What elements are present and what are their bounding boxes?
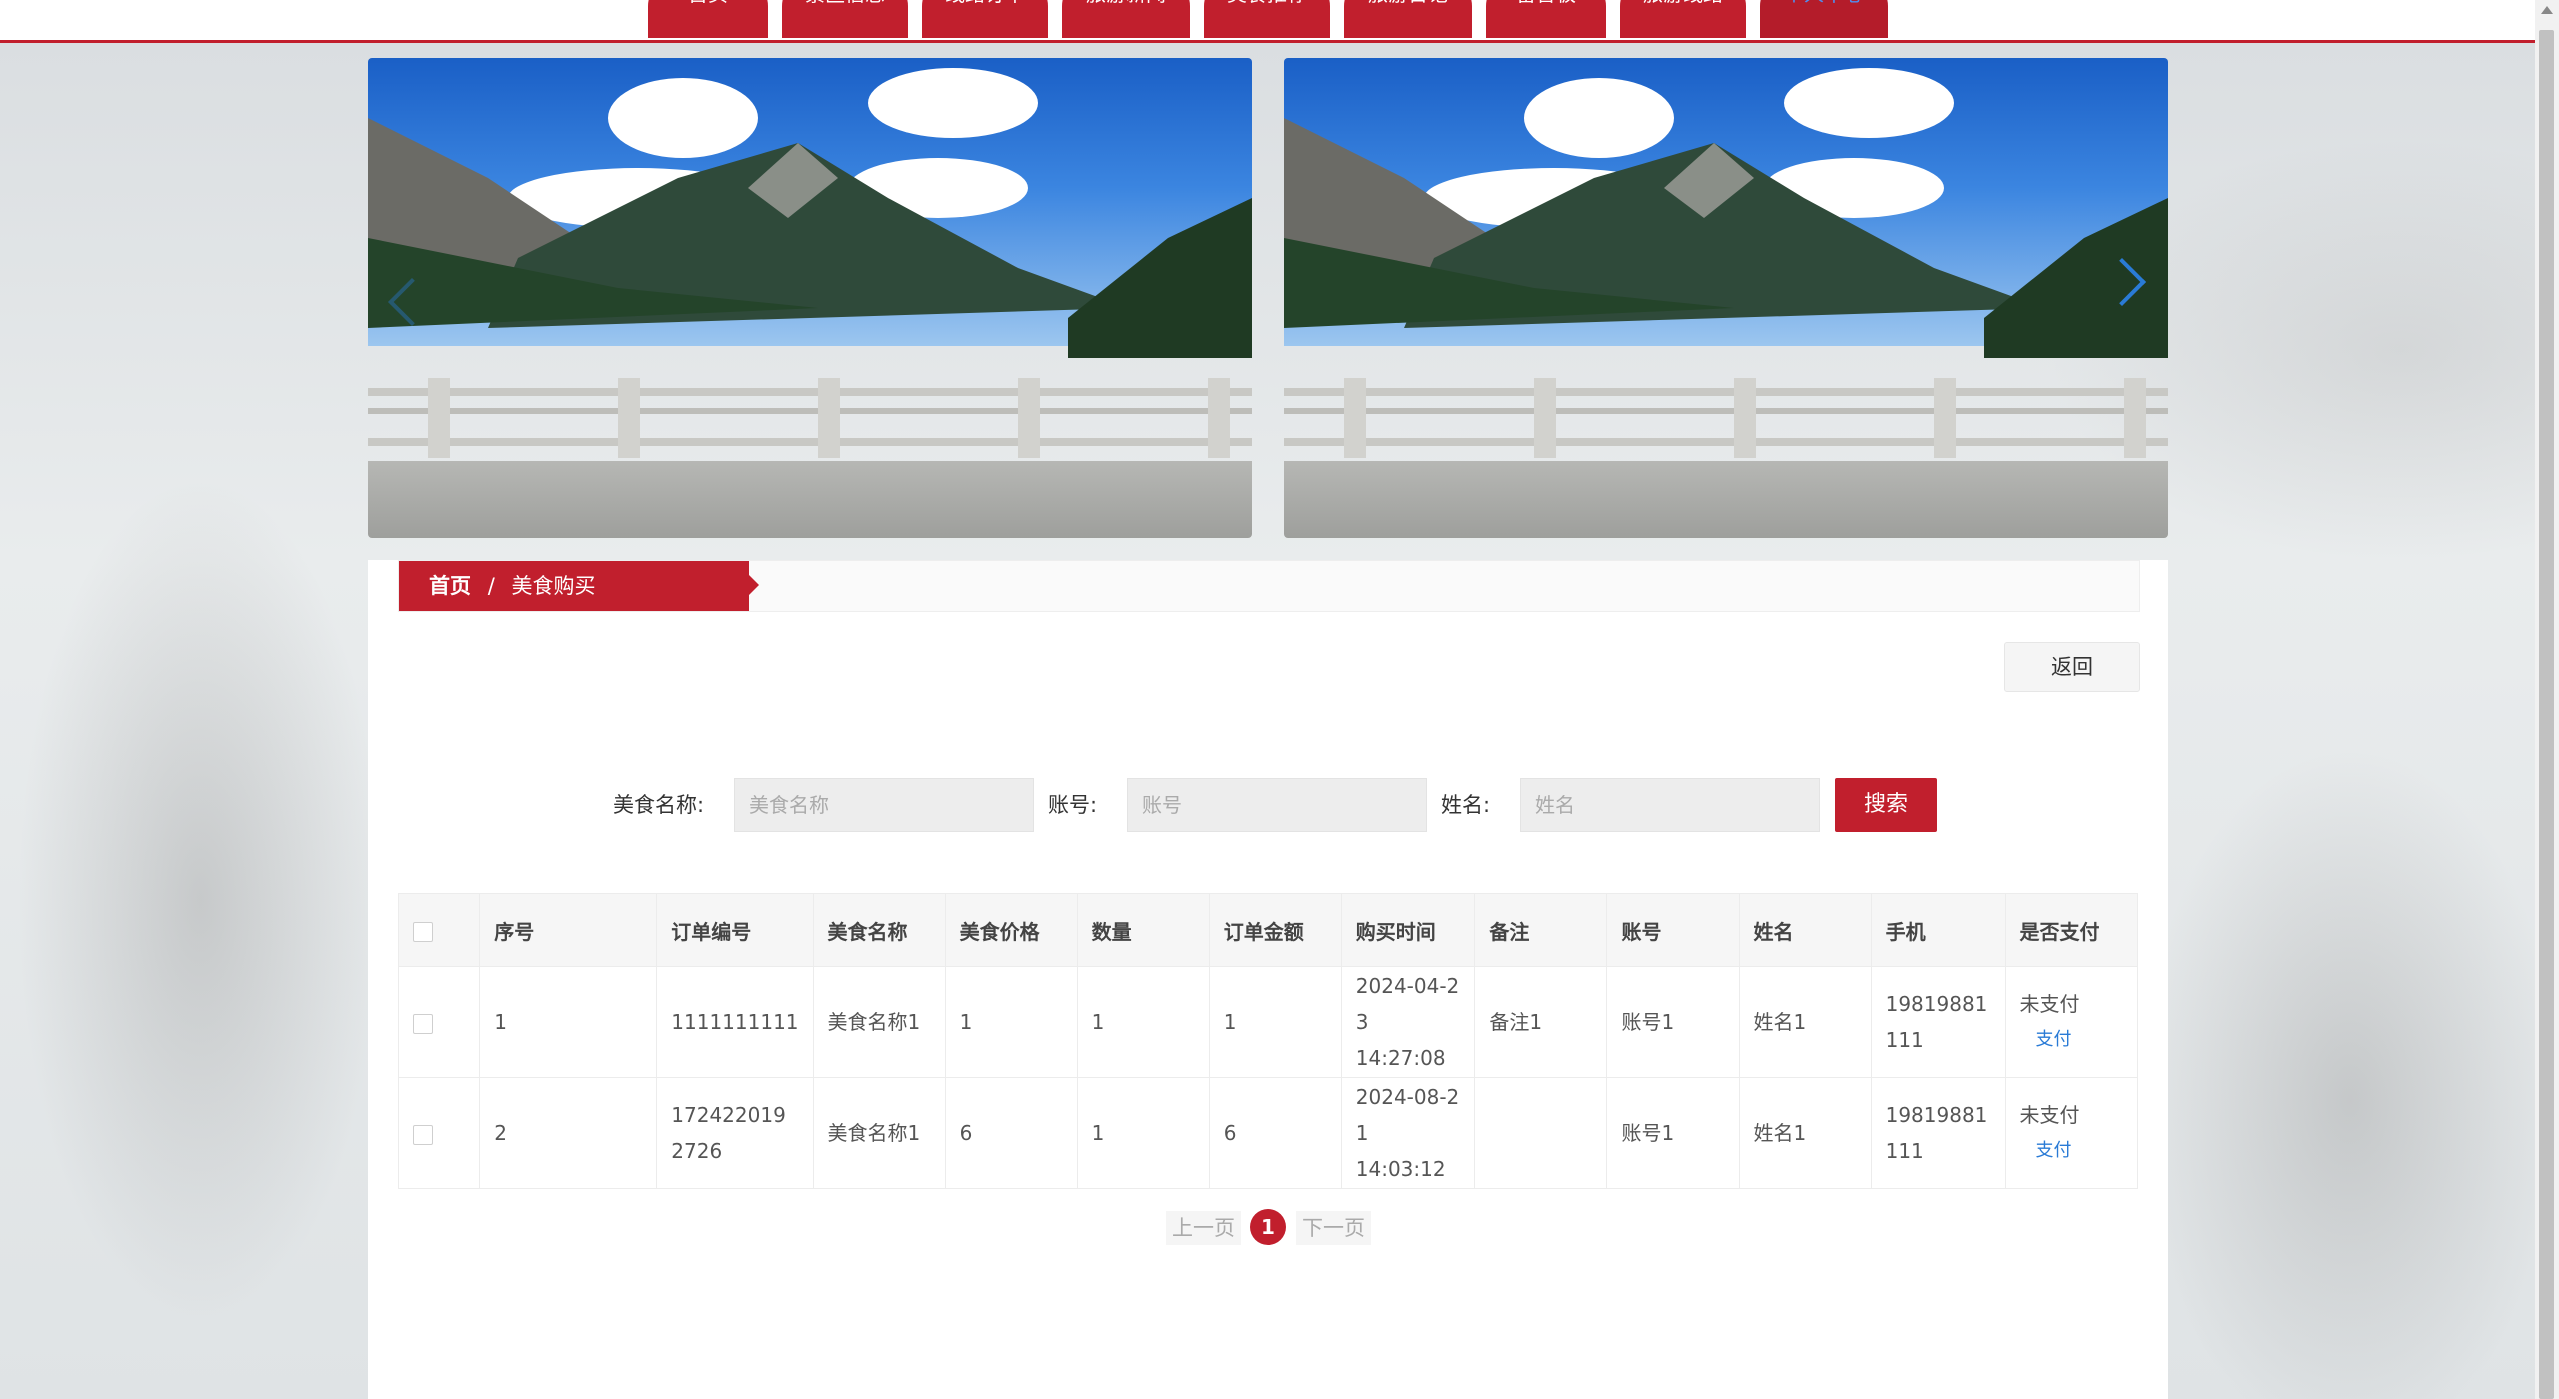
cell-account: 账号1 <box>1606 1077 1740 1189</box>
cell-price: 6 <box>944 1077 1078 1189</box>
cell-name: 姓名1 <box>1738 966 1872 1078</box>
breadcrumb-separator: / <box>487 574 495 598</box>
cell-phone: 19819881 111 <box>1870 966 2006 1078</box>
name-input[interactable]: 姓名 <box>1520 778 1820 832</box>
nav-route-orders[interactable]: 线路订单 <box>922 0 1048 38</box>
nav-food-recommend[interactable]: 美食推荐 <box>1204 0 1330 38</box>
nav-personal-center[interactable]: 个人中心 <box>1760 0 1888 38</box>
cell-remark: 备注1 <box>1474 966 1608 1078</box>
nav-message-board[interactable]: 留言板 <box>1486 0 1606 38</box>
time-line-2: 1 14:03:12 <box>1355 1121 1446 1181</box>
cell-food-name: 美食名称1 <box>812 966 946 1078</box>
nav-travel-diary[interactable]: 旅游日记 <box>1344 0 1472 38</box>
cell-quantity: 1 <box>1076 966 1210 1078</box>
cell-time: 2024-04-2 3 14:27:08 <box>1340 966 1476 1078</box>
nav-travel-news[interactable]: 旅游新闻 <box>1062 0 1190 38</box>
cell-index: 2 <box>479 1077 658 1189</box>
col-purchase-time: 购买时间 <box>1340 893 1476 967</box>
cell-food-name: 美食名称1 <box>812 1077 946 1189</box>
banner-slide-1[interactable] <box>368 58 1252 538</box>
col-food-price: 美食价格 <box>944 893 1078 967</box>
time-line-2: 3 14:27:08 <box>1355 1010 1446 1070</box>
col-remark: 备注 <box>1474 893 1608 967</box>
table-row: 2 172422019 2726 美食名称1 6 1 6 2024-08-2 1 1… <box>397 1077 2139 1189</box>
scroll-thumb[interactable] <box>2539 30 2554 1399</box>
search-form: 美食名称: 美食名称 账号: 账号 姓名: 姓名 搜索 <box>368 778 2168 832</box>
cell-amount: 6 <box>1208 1077 1342 1189</box>
cell-paid: 未支付 支付 <box>2004 1077 2139 1189</box>
main-panel: 首页 / 美食购买 返回 美食名称: 美食名称 账号: 账号 姓名: 姓名 搜索… <box>368 560 2168 1399</box>
vertical-scrollbar[interactable] <box>2535 0 2559 1399</box>
time-line-1: 2024-04-2 <box>1355 974 1460 998</box>
nav-home[interactable]: 首页 <box>648 0 768 38</box>
nav-travel-routes[interactable]: 旅游线路 <box>1620 0 1746 38</box>
breadcrumb-home[interactable]: 首页 <box>429 574 471 598</box>
pay-link[interactable]: 支付 <box>2020 1133 2123 1169</box>
scroll-up-icon[interactable] <box>2541 6 2553 14</box>
cell-name: 姓名1 <box>1738 1077 1872 1189</box>
select-all-cell[interactable] <box>397 893 481 967</box>
breadcrumb-current: 美食购买 <box>511 574 596 598</box>
back-button[interactable]: 返回 <box>2004 642 2140 692</box>
account-label: 账号: <box>1048 793 1098 817</box>
nav-scenic-info[interactable]: 景区信息 <box>782 0 908 38</box>
table-row: 1 1111111111 美食名称1 1 1 1 2024-04-2 3 14:2… <box>397 966 2139 1078</box>
pagination: 上一页 1 下一页 <box>368 1207 2168 1247</box>
paid-status: 未支付 <box>2019 992 2080 1016</box>
time-line-1: 2024-08-2 <box>1355 1085 1460 1109</box>
paid-status: 未支付 <box>2019 1103 2080 1127</box>
account-input[interactable]: 账号 <box>1127 778 1427 832</box>
current-page[interactable]: 1 <box>1250 1209 1286 1245</box>
phone-line-1: 19819881 <box>1885 992 1988 1016</box>
row-checkbox[interactable] <box>413 1124 433 1145</box>
col-phone: 手机 <box>1870 893 2006 967</box>
order-no-line-2: 2726 <box>671 1139 723 1163</box>
col-name: 姓名 <box>1738 893 1872 967</box>
cell-phone: 19819881 111 <box>1870 1077 2006 1189</box>
name-label: 姓名: <box>1441 793 1491 817</box>
prev-page-button[interactable]: 上一页 <box>1166 1211 1241 1245</box>
phone-line-2: 111 <box>1885 1139 1924 1163</box>
cell-index: 1 <box>479 966 658 1078</box>
cell-order-no: 1111111111 <box>656 966 814 1078</box>
select-all-checkbox[interactable] <box>413 921 433 942</box>
cell-order-no: 172422019 2726 <box>656 1077 814 1189</box>
table-header-row: 序号 订单编号 美食名称 美食价格 数量 订单金额 购买时间 备注 账号 姓名 … <box>397 893 2139 967</box>
phone-line-1: 19819881 <box>1885 1103 1988 1127</box>
food-name-input[interactable]: 美食名称 <box>734 778 1034 832</box>
cell-account: 账号1 <box>1606 966 1740 1078</box>
col-food-name: 美食名称 <box>812 893 946 967</box>
col-paid: 是否支付 <box>2004 893 2139 967</box>
col-order-no: 订单编号 <box>656 893 814 967</box>
pay-link[interactable]: 支付 <box>2020 1022 2123 1058</box>
col-quantity: 数量 <box>1076 893 1210 967</box>
orders-table: 序号 订单编号 美食名称 美食价格 数量 订单金额 购买时间 备注 账号 姓名 … <box>397 893 2139 1189</box>
cell-time: 2024-08-2 1 14:03:12 <box>1340 1077 1476 1189</box>
cell-paid: 未支付 支付 <box>2004 966 2139 1078</box>
col-account: 账号 <box>1606 893 1740 967</box>
food-name-label: 美食名称: <box>613 793 705 817</box>
top-navbar: 首页 景区信息 线路订单 旅游新闻 美食推荐 旅游日记 留言板 旅游线路 个人中… <box>0 0 2535 43</box>
col-order-amount: 订单金额 <box>1208 893 1342 967</box>
col-index: 序号 <box>479 893 658 967</box>
search-button[interactable]: 搜索 <box>1835 778 1937 832</box>
row-checkbox[interactable] <box>413 1013 433 1034</box>
cell-quantity: 1 <box>1076 1077 1210 1189</box>
breadcrumb: 首页 / 美食购买 <box>398 560 2140 612</box>
banner-slide-2[interactable] <box>1284 58 2168 538</box>
breadcrumb-tag: 首页 / 美食购买 <box>399 561 759 611</box>
cell-remark <box>1474 1077 1608 1189</box>
cell-amount: 1 <box>1208 966 1342 1078</box>
cell-price: 1 <box>944 966 1078 1078</box>
order-no-line-1: 172422019 <box>671 1103 786 1127</box>
phone-line-2: 111 <box>1885 1028 1924 1052</box>
next-page-button[interactable]: 下一页 <box>1296 1211 1371 1245</box>
